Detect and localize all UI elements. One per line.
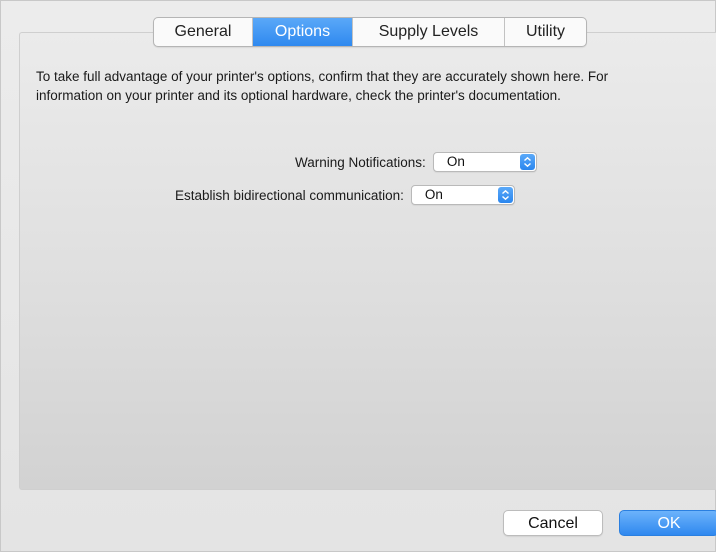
cancel-button[interactable]: Cancel xyxy=(503,510,603,536)
warning-notifications-value: On xyxy=(446,154,465,169)
warning-notifications-select[interactable]: On xyxy=(432,152,537,172)
tab-options[interactable]: Options xyxy=(253,18,353,46)
tab-utility[interactable]: Utility xyxy=(505,18,586,46)
bidirectional-communication-value: On xyxy=(424,187,443,202)
bidirectional-communication-row: Establish bidirectional communication: O… xyxy=(175,184,515,206)
tab-supply-levels[interactable]: Supply Levels xyxy=(353,18,505,46)
warning-notifications-label: Warning Notifications: xyxy=(295,154,426,170)
tab-bar: General Options Supply Levels Utility xyxy=(153,17,587,47)
bidirectional-communication-label: Establish bidirectional communication: xyxy=(175,187,404,203)
warning-notifications-row: Warning Notifications: On xyxy=(295,151,537,173)
up-down-chevron-icon xyxy=(497,187,513,203)
printer-options-dialog: General Options Supply Levels Utility To… xyxy=(0,0,716,552)
ok-button[interactable]: OK xyxy=(619,510,716,536)
options-description: To take full advantage of your printer's… xyxy=(36,69,609,103)
tab-general[interactable]: General xyxy=(154,18,253,46)
bidirectional-communication-select[interactable]: On xyxy=(410,185,515,205)
up-down-chevron-icon xyxy=(519,154,535,170)
